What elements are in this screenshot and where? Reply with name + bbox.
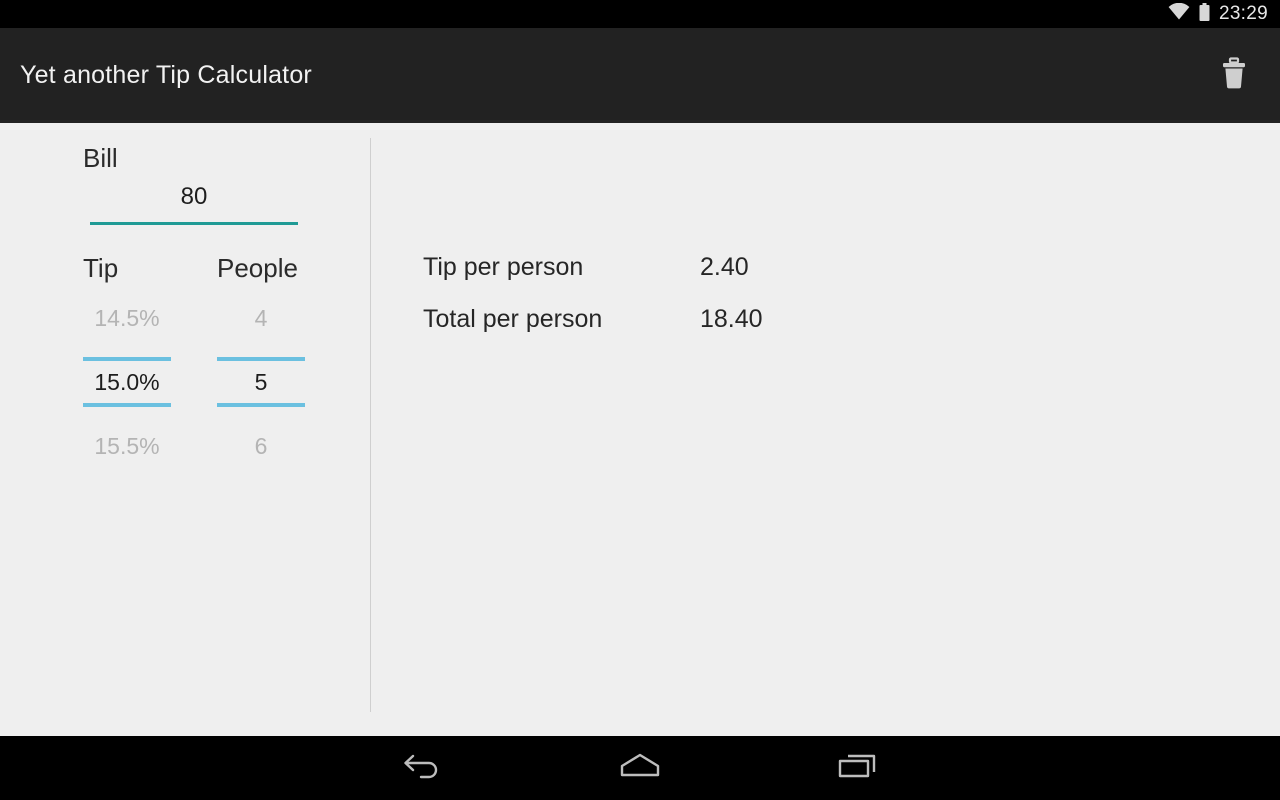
people-number-picker[interactable]: 4 5 6 [217, 297, 305, 467]
recents-icon [836, 751, 880, 786]
tip-picker-gap-top [83, 339, 171, 357]
bill-underline [90, 222, 298, 225]
bill-label: Bill [83, 143, 118, 173]
result-label: Tip per person [423, 252, 584, 281]
people-picker-previous[interactable]: 4 [217, 297, 305, 339]
result-value: 2.40 [700, 252, 749, 281]
nav-home-button[interactable] [565, 736, 715, 800]
results-pane: Tip per person 2.40 Total per person 18.… [370, 123, 1280, 736]
people-picker-gap-bottom [217, 407, 305, 425]
wifi-icon [1168, 2, 1190, 25]
content-area: Bill 80 Tip People 14.5% 15.0% 15.5% 4 5… [0, 123, 1280, 736]
people-header: People [217, 253, 298, 283]
nav-back-button[interactable] [347, 736, 497, 800]
android-screen: 23:29 Yet another Tip Calculator Bill 80 [0, 0, 1280, 800]
action-bar: Yet another Tip Calculator [0, 28, 1280, 123]
result-label: Total per person [423, 304, 603, 333]
status-bar: 23:29 [0, 0, 1280, 28]
bill-input[interactable]: 80 [90, 183, 298, 225]
battery-icon [1199, 2, 1210, 26]
app-title: Yet another Tip Calculator [20, 61, 312, 89]
status-clock: 23:29 [1218, 2, 1268, 24]
home-icon [616, 751, 664, 786]
people-picker-next[interactable]: 6 [217, 425, 305, 467]
tip-picker-gap-bottom [83, 407, 171, 425]
bill-value: 80 [180, 183, 208, 210]
tip-picker-next[interactable]: 15.5% [83, 425, 171, 467]
input-pane: Bill 80 Tip People 14.5% 15.0% 15.5% 4 5… [0, 123, 370, 736]
tip-picker-previous[interactable]: 14.5% [83, 297, 171, 339]
nav-recents-button[interactable] [783, 736, 933, 800]
tip-picker-selected[interactable]: 15.0% [83, 361, 171, 403]
people-picker-gap-top [217, 339, 305, 357]
tip-number-picker[interactable]: 14.5% 15.0% 15.5% [83, 297, 171, 467]
clear-button[interactable] [1202, 44, 1266, 108]
navigation-bar [0, 736, 1280, 800]
back-icon [401, 751, 443, 786]
trash-icon [1219, 57, 1249, 94]
result-value: 18.40 [700, 304, 763, 333]
tip-header: Tip [83, 253, 119, 283]
people-picker-selected[interactable]: 5 [217, 361, 305, 403]
